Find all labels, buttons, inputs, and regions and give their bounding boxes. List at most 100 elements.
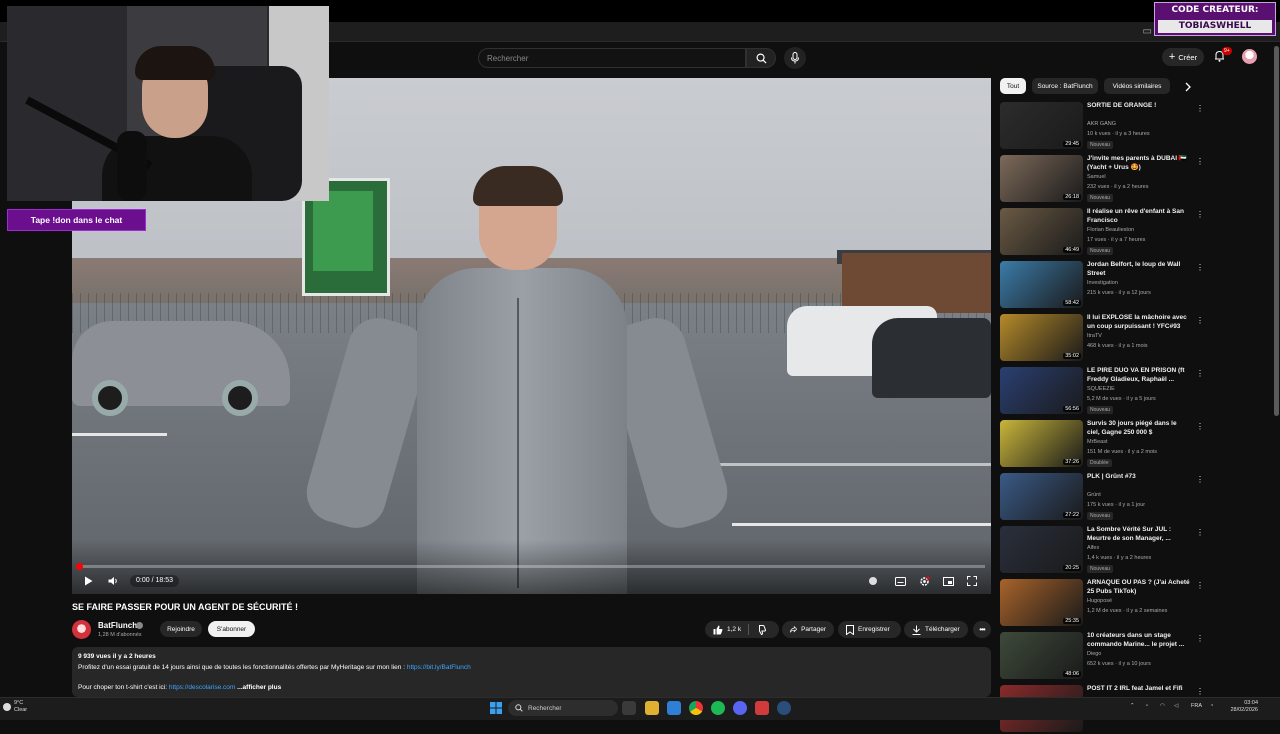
save-button[interactable]: Enregistrer — [838, 621, 901, 638]
more-vertical-icon[interactable]: ⋮ — [1196, 316, 1204, 325]
miniplayer-button[interactable] — [940, 573, 956, 589]
wifi-icon[interactable]: ◔ — [1210, 703, 1213, 709]
scrollbar-thumb[interactable] — [1274, 46, 1279, 416]
recommendation-thumbnail[interactable]: 58:42 — [1000, 261, 1083, 308]
tray-chevron-icon[interactable]: ⌃ — [1130, 703, 1135, 709]
weather-widget[interactable]: 9°C Clear — [14, 700, 27, 714]
recommendation-title[interactable]: SORTIE DE GRANGE ! — [1087, 102, 1191, 111]
thumbs-up-icon[interactable] — [713, 625, 723, 635]
create-button[interactable]: + Créer — [1162, 48, 1204, 66]
recommendation-thumbnail[interactable]: 37:26 — [1000, 420, 1083, 467]
fullscreen-button[interactable] — [964, 573, 980, 589]
cast-icon[interactable]: ▭ — [1143, 26, 1152, 37]
network-icon[interactable]: ◠ — [1160, 703, 1165, 709]
language-indicator[interactable]: FRA — [1191, 703, 1202, 709]
recommendation-title[interactable]: Jordan Belfort, le loup de Wall Street — [1087, 261, 1191, 278]
recommendation-channel[interactable]: Alfex — [1087, 545, 1099, 551]
subtitles-button[interactable] — [892, 573, 908, 589]
chrome-icon[interactable] — [689, 701, 703, 715]
task-view-icon[interactable] — [622, 701, 636, 715]
recommendation-item[interactable]: 48:06 10 créateurs dans un stage commando… — [1000, 631, 1206, 681]
more-vertical-icon[interactable]: ⋮ — [1196, 634, 1204, 643]
join-button[interactable]: Rejoindre — [160, 621, 202, 637]
recommendation-channel[interactable]: SQUEEZIE — [1087, 386, 1115, 392]
tray-app-icon[interactable]: ▫ — [1146, 703, 1148, 709]
steam-icon[interactable] — [777, 701, 791, 715]
recommendation-channel[interactable]: Hugoposé — [1087, 598, 1112, 604]
voice-search-button[interactable] — [784, 47, 806, 69]
recommendation-title[interactable]: Survis 30 jours piégé dans le ciel, Gagn… — [1087, 420, 1191, 437]
more-vertical-icon[interactable]: ⋮ — [1196, 475, 1204, 484]
edge-icon[interactable] — [667, 701, 681, 715]
settings-button[interactable] — [916, 573, 932, 589]
app-icon[interactable] — [755, 701, 769, 715]
recommendation-thumbnail[interactable]: 29:45 — [1000, 102, 1083, 149]
recommendation-channel[interactable]: MrBeast — [1087, 439, 1107, 445]
recommendation-thumbnail[interactable]: 25:35 — [1000, 579, 1083, 626]
show-more-link[interactable]: ...afficher plus — [235, 684, 281, 691]
recommendation-thumbnail[interactable]: 26:18 — [1000, 155, 1083, 202]
user-avatar[interactable] — [1242, 49, 1257, 64]
progress-scrubber[interactable] — [76, 563, 83, 570]
more-vertical-icon[interactable]: ⋮ — [1196, 422, 1204, 431]
like-count[interactable]: 1,2 k — [727, 626, 741, 633]
recommendation-title[interactable]: PLK | Grünt #73 — [1087, 473, 1191, 482]
share-button[interactable]: Partager — [782, 621, 834, 638]
more-vertical-icon[interactable]: ⋮ — [1196, 687, 1204, 696]
recommendation-item[interactable]: 35:02 Il lui EXPLOSE la mâchoire avec un … — [1000, 313, 1206, 363]
recommendation-thumbnail[interactable]: 20:25 — [1000, 526, 1083, 573]
recommendation-title[interactable]: ARNAQUE OU PAS ? (J'ai Acheté 25 Pubs Ti… — [1087, 579, 1191, 596]
chip-all[interactable]: Tout — [1000, 78, 1026, 94]
more-vertical-icon[interactable]: ⋮ — [1196, 210, 1204, 219]
recommendation-title[interactable]: Il lui EXPLOSE la mâchoire avec un coup … — [1087, 314, 1191, 331]
taskbar-search[interactable]: Rechercher — [508, 700, 618, 716]
more-vertical-icon[interactable]: ⋮ — [1196, 157, 1204, 166]
subscribe-button[interactable]: S'abonner — [208, 621, 255, 637]
more-vertical-icon[interactable]: ⋮ — [1196, 263, 1204, 272]
description-link[interactable]: https://descolarise.com — [169, 684, 235, 691]
recommendation-channel[interactable]: Florian Beaulieston — [1087, 227, 1134, 233]
file-explorer-icon[interactable] — [645, 701, 659, 715]
recommendation-item[interactable]: 46:49 Il réalise un rêve d'enfant à San F… — [1000, 207, 1206, 257]
search-input[interactable]: Rechercher — [478, 48, 746, 68]
recommendation-item[interactable]: 37:26 Survis 30 jours piégé dans le ciel,… — [1000, 419, 1206, 469]
volume-button[interactable] — [105, 573, 121, 589]
recommendation-item[interactable]: 25:35 ARNAQUE OU PAS ? (J'ai Acheté 25 Pu… — [1000, 578, 1206, 628]
recommendation-title[interactable]: POST IT 2 IRL feat Jamel et Fifi — [1087, 685, 1191, 694]
more-vertical-icon[interactable]: ⋮ — [1196, 581, 1204, 590]
recommendation-item[interactable]: 20:25 La Sombre Vérité Sur JUL : Meurtre … — [1000, 525, 1206, 575]
autoplay-toggle[interactable] — [865, 573, 881, 589]
recommendation-title[interactable]: Il réalise un rêve d'enfant à San Franci… — [1087, 208, 1191, 225]
recommendation-thumbnail[interactable]: 27:22 — [1000, 473, 1083, 520]
recommendation-thumbnail[interactable]: 35:02 — [1000, 314, 1083, 361]
recommendation-item[interactable]: 26:18 J'invite mes parents à DUBAI 🇦🇪 (Ya… — [1000, 154, 1206, 204]
recommendation-channel[interactable]: AKR GANG — [1087, 121, 1116, 127]
more-vertical-icon[interactable]: ⋮ — [1196, 369, 1204, 378]
windows-start-icon[interactable] — [490, 702, 502, 714]
recommendation-thumbnail[interactable]: 46:49 — [1000, 208, 1083, 255]
recommendation-title[interactable]: La Sombre Vérité Sur JUL : Meurtre de so… — [1087, 526, 1191, 543]
recommendation-channel[interactable]: Samuel — [1087, 174, 1106, 180]
recommendation-item[interactable]: 56:56 LE PIRE DUO VA EN PRISON (ft Freddy… — [1000, 366, 1206, 416]
thumbs-down-icon[interactable] — [756, 624, 767, 635]
more-vertical-icon[interactable]: ⋮ — [1196, 528, 1204, 537]
download-button[interactable]: Télécharger — [904, 621, 968, 638]
speaker-icon[interactable]: ◁ — [1174, 703, 1178, 709]
recommendation-item[interactable]: 29:45 SORTIE DE GRANGE ! AKR GANG 10 k vues… — [1000, 101, 1206, 151]
recommendation-channel[interactable]: ItraTV — [1087, 333, 1102, 339]
recommendation-title[interactable]: J'invite mes parents à DUBAI 🇦🇪 (Yacht +… — [1087, 155, 1191, 172]
recommendation-thumbnail[interactable]: 48:06 — [1000, 632, 1083, 679]
more-vertical-icon[interactable]: ⋮ — [1196, 104, 1204, 113]
play-button[interactable] — [80, 573, 96, 589]
recommendation-channel[interactable]: Diego — [1087, 651, 1101, 657]
system-clock[interactable]: 03:04 28/02/2026 — [1224, 700, 1258, 714]
recommendation-channel[interactable]: Investigation — [1087, 280, 1118, 286]
recommendation-title[interactable]: LE PIRE DUO VA EN PRISON (ft Freddy Glad… — [1087, 367, 1191, 384]
recommendation-thumbnail[interactable]: 56:56 — [1000, 367, 1083, 414]
discord-icon[interactable] — [733, 701, 747, 715]
channel-name[interactable]: BatFlunch — [98, 621, 137, 630]
more-actions-button[interactable]: ••• — [973, 621, 991, 638]
chip-source[interactable]: Source : BatFlunch — [1032, 78, 1098, 94]
chip-similar[interactable]: Vidéos similaires — [1104, 78, 1170, 94]
recommendation-item[interactable]: 27:22 PLK | Grünt #73 Grünt 175 k vues · il… — [1000, 472, 1206, 522]
